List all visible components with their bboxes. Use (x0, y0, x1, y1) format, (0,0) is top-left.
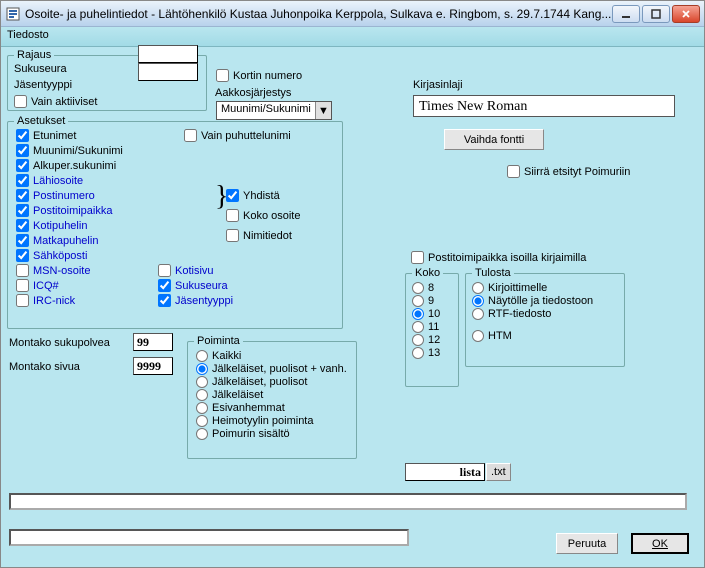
vain-aktiiviset-checkbox[interactable]: Vain aktiiviset (14, 95, 97, 108)
maximize-button[interactable] (642, 5, 670, 23)
poiminta-legend: Poiminta (194, 335, 243, 347)
poiminta-option[interactable]: Jälkeläiset (196, 389, 347, 401)
rajaus-legend: Rajaus (14, 49, 54, 61)
kirjasinlaji-label: Kirjasinlaji (413, 79, 463, 91)
jasentyyppi-label: Jäsentyyppi (14, 79, 72, 91)
sivua-input[interactable] (133, 357, 173, 375)
tulosta-option[interactable]: Kirjoittimelle (472, 282, 593, 294)
chk-irc[interactable]: IRC-nick (16, 294, 75, 307)
cancel-button[interactable]: Peruuta (556, 533, 618, 554)
chk-jasentyyppi2[interactable]: Jäsentyyppi (158, 294, 233, 307)
chk-sukuseura2[interactable]: Sukuseura (158, 279, 228, 292)
poiminta-option[interactable]: Kaikki (196, 350, 347, 362)
chk-matkapuhelin[interactable]: Matkapuhelin (16, 234, 98, 247)
chk-vain-puhuttelunimi[interactable]: Vain puhuttelunimi (184, 129, 291, 142)
chk-lahiosoite[interactable]: Lähiosoite (16, 174, 83, 187)
font-display: Times New Roman (413, 95, 675, 117)
chk-kotisivu[interactable]: Kotisivu (158, 264, 214, 277)
chk-postitoimipaikka[interactable]: Postitoimipaikka (16, 204, 112, 217)
tulosta-option[interactable]: Näytölle ja tiedostoon (472, 295, 593, 307)
chk-muunimi[interactable]: Muunimi/Sukunimi (16, 144, 123, 157)
chk-siirra-poimuriin[interactable]: Siirrä etsityt Poimuriin (507, 165, 630, 178)
output-field-2[interactable] (9, 529, 409, 546)
koko-option[interactable]: 12 (412, 334, 440, 346)
chk-msn[interactable]: MSN-osoite (16, 264, 90, 277)
minimize-button[interactable] (612, 5, 640, 23)
filename-input[interactable] (405, 463, 485, 481)
polvea-input[interactable] (133, 333, 173, 351)
close-button[interactable] (672, 5, 700, 23)
menu-file[interactable]: Tiedosto (7, 29, 49, 41)
koko-option[interactable]: 8 (412, 282, 440, 294)
chk-postitoimi-iso[interactable]: Postitoimipaikka isoilla kirjaimilla (411, 251, 586, 264)
window-title: Osoite- ja puhelintiedot - Lähtöhenkilö … (25, 7, 612, 21)
poiminta-group: Poiminta KaikkiJälkeläiset, puolisot + v… (187, 335, 357, 459)
aakkos-label: Aakkosjärjestys (215, 87, 291, 99)
chk-koko-osoite[interactable]: Koko osoite (226, 209, 300, 222)
chk-yhdista[interactable]: Yhdistä (226, 189, 280, 202)
change-font-button[interactable]: Vaihda fontti (444, 129, 544, 150)
sukuseura-label: Sukuseura (14, 63, 67, 75)
poiminta-option[interactable]: Esivanhemmat (196, 402, 347, 414)
rajaus-group: Rajaus Sukuseura Jäsentyyppi Vain aktiiv… (7, 49, 207, 111)
tulosta-group: Tulosta KirjoittimelleNäytölle ja tiedos… (465, 267, 625, 367)
koko-option[interactable]: 11 (412, 321, 440, 333)
tulosta-option[interactable]: HTM (472, 330, 593, 342)
chk-kotipuhelin[interactable]: Kotipuhelin (16, 219, 87, 232)
koko-legend: Koko (412, 267, 443, 279)
poiminta-option[interactable]: Heimotyylin poiminta (196, 415, 347, 427)
poiminta-option[interactable]: Jälkeläiset, puolisot + vanh. (196, 363, 347, 375)
asetukset-group: Asetukset Etunimet Muunimi/Sukunimi Alku… (7, 115, 343, 329)
sivua-label: Montako sivua (9, 361, 80, 373)
jasentyyppi-input[interactable] (138, 63, 198, 81)
chk-sahkoposti[interactable]: Sähköposti (16, 249, 87, 262)
tulosta-legend: Tulosta (472, 267, 514, 279)
poiminta-option[interactable]: Poimurin sisältö (196, 428, 347, 440)
polvea-label: Montako sukupolvea (9, 337, 110, 349)
koko-group: Koko 8910111213 (405, 267, 459, 387)
titlebar: Osoite- ja puhelintiedot - Lähtöhenkilö … (1, 1, 704, 27)
koko-option[interactable]: 13 (412, 347, 440, 359)
output-field-1[interactable] (9, 493, 687, 510)
chk-alkuper[interactable]: Alkuper.sukunimi (16, 159, 116, 172)
asetukset-legend: Asetukset (14, 115, 68, 127)
tulosta-option[interactable]: RTF-tiedosto (472, 308, 593, 320)
file-ext-label: .txt (486, 463, 511, 481)
poiminta-option[interactable]: Jälkeläiset, puolisot (196, 376, 347, 388)
chk-etunimet[interactable]: Etunimet (16, 129, 76, 142)
kortin-numero-checkbox[interactable]: Kortin numero (216, 69, 302, 82)
menubar: Tiedosto (1, 27, 704, 47)
chk-nimitiedot[interactable]: Nimitiedot (226, 229, 292, 242)
sukuseura-input[interactable] (138, 45, 198, 63)
chk-postinumero[interactable]: Postinumero (16, 189, 95, 202)
koko-option[interactable]: 9 (412, 295, 440, 307)
ok-button[interactable]: OK (631, 533, 689, 554)
app-icon (5, 6, 21, 22)
koko-option[interactable]: 10 (412, 308, 440, 320)
chk-icq[interactable]: ICQ# (16, 279, 59, 292)
